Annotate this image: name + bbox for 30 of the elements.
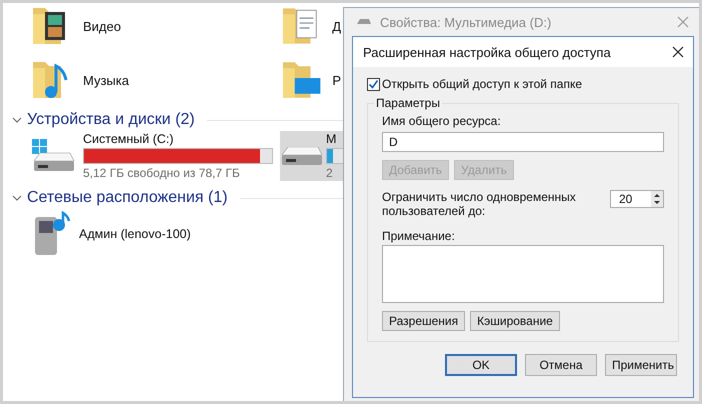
group-legend: Параметры — [374, 96, 442, 110]
field-label: Ограничить число одновременных пользователей до: — [382, 190, 577, 219]
dialog-button[interactable]: Применить — [605, 354, 677, 376]
user-limit-spinner[interactable]: 20 — [610, 190, 664, 208]
section-title[interactable]: Устройства и диски (2) — [27, 111, 195, 129]
checkbox-label[interactable]: Открыть общий доступ к этой папке — [382, 77, 582, 91]
dialog-title: Расширенная настройка общего доступа — [363, 44, 612, 60]
permissions-button[interactable]: Разрешения — [382, 310, 466, 331]
drive-item[interactable]: Системный (C:) 5,12 ГБ свободно из 78,7 ГБ — [31, 131, 280, 181]
close-icon[interactable] — [671, 45, 685, 59]
section-title[interactable]: Сетевые расположения (1) — [27, 189, 228, 207]
free-space-text: 2 — [326, 166, 334, 180]
drive-icon — [356, 18, 372, 26]
field-label: Имя общего ресурса: — [382, 114, 502, 128]
caching-button[interactable]: Кэширование — [470, 310, 560, 331]
folder-name[interactable]: Видео — [83, 18, 121, 34]
network-location-name[interactable]: Админ (lenovo-100) — [79, 227, 191, 241]
drive-name: М — [326, 132, 338, 146]
folder-name[interactable]: Музыка — [83, 72, 129, 88]
folder-name[interactable]: Д — [332, 18, 341, 34]
free-space-text: 5,12 ГБ свободно из 78,7 ГБ — [83, 166, 241, 180]
dialog-button[interactable]: Отмена — [525, 354, 597, 376]
checkbox[interactable] — [367, 78, 380, 90]
comment-field[interactable] — [382, 244, 664, 303]
drive-name: Системный (C:) — [83, 132, 175, 146]
folder-name[interactable]: Р — [332, 72, 341, 88]
share-name-field[interactable]: D — [382, 132, 664, 152]
field-label: Примечание: — [382, 228, 456, 243]
dialog-button[interactable]: OK — [445, 354, 517, 376]
window-title: Свойства: Мультимедиа (D:) — [380, 14, 552, 30]
